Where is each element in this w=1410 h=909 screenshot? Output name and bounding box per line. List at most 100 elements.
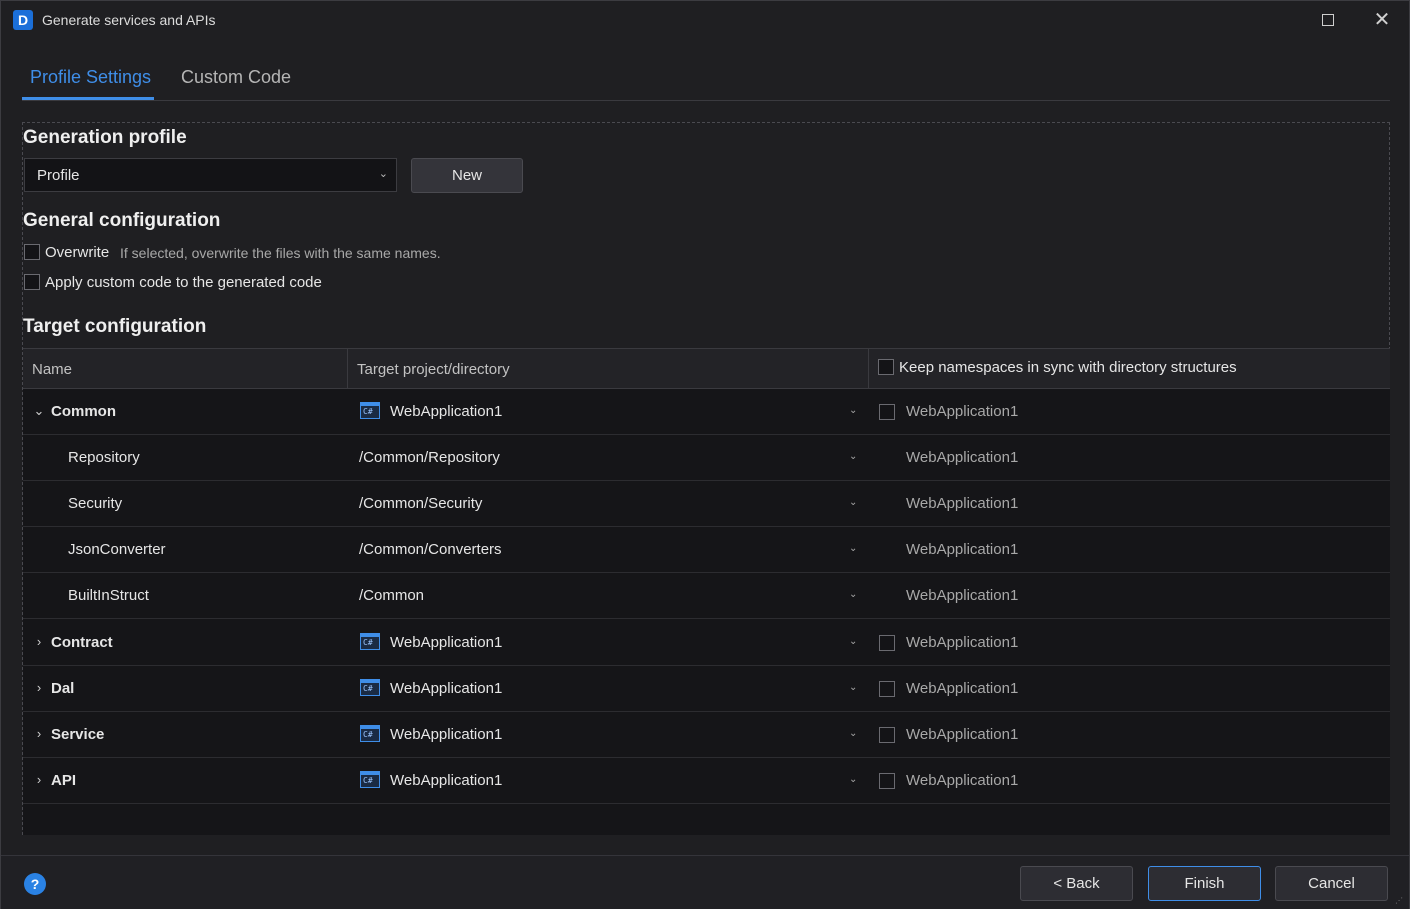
table-row[interactable]: › Service C# WebApplication1 ⌄ WebApplic… [23, 712, 1390, 758]
back-button[interactable]: < Back [1020, 866, 1133, 901]
row-name: Common [51, 403, 116, 420]
row-target[interactable]: /Common/Repository [359, 449, 500, 466]
tab-profile-settings[interactable]: Profile Settings [30, 67, 151, 101]
row-target[interactable]: WebApplication1 [390, 403, 502, 420]
profile-settings-panel: Generation profile Profile ⌄ New General… [22, 122, 1390, 835]
new-profile-button[interactable]: New [411, 158, 523, 193]
row-namespace-checkbox[interactable] [879, 404, 895, 420]
chevron-down-icon[interactable]: ⌄ [849, 451, 857, 462]
overwrite-description: If selected, overwrite the files with th… [120, 245, 441, 261]
keep-namespaces-label: Keep namespaces in sync with directory s… [899, 359, 1237, 376]
table-header: Name Target project/directory Keep names… [23, 348, 1390, 389]
table-row[interactable]: Security /Common/Security ⌄ WebApplicati… [23, 481, 1390, 527]
row-target[interactable]: WebApplication1 [390, 680, 502, 697]
close-icon: ✕ [1373, 9, 1391, 31]
tab-bar: Profile Settings Custom Code [22, 57, 1390, 101]
row-namespace-checkbox[interactable] [879, 635, 895, 651]
maximize-button[interactable] [1317, 9, 1339, 31]
chevron-down-icon: ⌄ [378, 168, 388, 180]
tab-custom-code[interactable]: Custom Code [181, 67, 291, 101]
table-row[interactable]: ⌄ Common C# WebApplication1 ⌄ WebApplica… [23, 389, 1390, 435]
csharp-project-icon: C# [360, 402, 380, 419]
chevron-down-icon[interactable]: ⌄ [849, 774, 857, 785]
chevron-right-icon[interactable]: › [33, 772, 45, 787]
dialog-footer: ? < Back Finish Cancel ⋰ [1, 855, 1409, 909]
chevron-down-icon[interactable]: ⌄ [849, 728, 857, 739]
target-table: Name Target project/directory Keep names… [23, 348, 1390, 835]
row-target[interactable]: /Common/Converters [359, 541, 502, 558]
chevron-down-icon[interactable]: ⌄ [849, 543, 857, 554]
generation-profile-title: Generation profile [23, 127, 187, 148]
profile-dropdown[interactable]: Profile ⌄ [24, 158, 397, 192]
row-name: Service [51, 726, 105, 743]
row-name: Repository [68, 449, 140, 466]
profile-dropdown-value: Profile [37, 167, 80, 184]
chevron-right-icon[interactable]: › [33, 726, 45, 741]
row-target[interactable]: WebApplication1 [390, 726, 502, 743]
csharp-project-icon: C# [360, 679, 380, 696]
table-row[interactable]: › Dal C# WebApplication1 ⌄ WebApplicatio… [23, 666, 1390, 712]
table-row[interactable]: › API C# WebApplication1 ⌄ WebApplicatio… [23, 758, 1390, 804]
table-row[interactable]: BuiltInStruct /Common ⌄ WebApplication1 [23, 573, 1390, 619]
dialog-window: D Generate services and APIs ✕ Profile S… [0, 0, 1410, 909]
row-target[interactable]: WebApplication1 [390, 772, 502, 789]
row-namespace-checkbox[interactable] [879, 727, 895, 743]
window-title: Generate services and APIs [42, 12, 216, 28]
maximize-icon [1322, 14, 1334, 26]
chevron-down-icon[interactable]: ⌄ [849, 497, 857, 508]
app-logo-icon: D [13, 10, 33, 30]
row-target[interactable]: /Common/Security [359, 495, 482, 512]
row-name: BuiltInStruct [68, 587, 149, 604]
target-configuration-title: Target configuration [23, 316, 207, 337]
table-row[interactable]: Repository /Common/Repository ⌄ WebAppli… [23, 435, 1390, 481]
csharp-project-icon: C# [360, 725, 380, 742]
chevron-down-icon[interactable]: ⌄ [849, 636, 857, 647]
overwrite-checkbox[interactable] [24, 244, 40, 260]
chevron-down-icon[interactable]: ⌄ [33, 403, 45, 419]
table-row[interactable]: JsonConverter /Common/Converters ⌄ WebAp… [23, 527, 1390, 573]
active-tab-indicator [22, 97, 154, 100]
keep-namespaces-option: Keep namespaces in sync with directory s… [878, 359, 1278, 379]
row-target[interactable]: WebApplication1 [390, 634, 502, 651]
row-namespace: WebApplication1 [906, 726, 1019, 743]
chevron-right-icon[interactable]: › [33, 680, 45, 695]
column-divider[interactable] [347, 349, 348, 389]
title-bar: D Generate services and APIs ✕ [1, 1, 1409, 39]
keep-namespaces-checkbox[interactable] [878, 359, 894, 375]
help-icon[interactable]: ? [24, 873, 46, 895]
apply-custom-code-checkbox[interactable] [24, 274, 40, 290]
chevron-down-icon[interactable]: ⌄ [849, 682, 857, 693]
row-name: JsonConverter [68, 541, 166, 558]
chevron-right-icon[interactable]: › [33, 634, 45, 649]
row-namespace: WebApplication1 [906, 587, 1019, 604]
csharp-project-icon: C# [360, 633, 380, 650]
row-namespace: WebApplication1 [906, 634, 1019, 651]
row-name: Security [68, 495, 123, 512]
column-header-name: Name [32, 361, 73, 378]
column-header-target: Target project/directory [357, 361, 510, 378]
overwrite-label: Overwrite [45, 244, 110, 261]
row-namespace: WebApplication1 [906, 403, 1019, 420]
row-namespace: WebApplication1 [906, 680, 1019, 697]
close-button[interactable]: ✕ [1371, 9, 1393, 31]
column-divider[interactable] [868, 349, 869, 389]
row-name: Dal [51, 680, 75, 697]
row-namespace: WebApplication1 [906, 495, 1019, 512]
resize-grip-icon[interactable]: ⋰ [1395, 896, 1405, 906]
chevron-down-icon[interactable]: ⌄ [849, 589, 857, 600]
general-configuration-title: General configuration [23, 210, 221, 231]
apply-custom-code-label: Apply custom code to the generated code [45, 274, 322, 291]
row-namespace: WebApplication1 [906, 449, 1019, 466]
row-target[interactable]: /Common [359, 587, 424, 604]
row-namespace-checkbox[interactable] [879, 773, 895, 789]
row-name: API [51, 772, 77, 789]
csharp-project-icon: C# [360, 771, 380, 788]
row-namespace-checkbox[interactable] [879, 681, 895, 697]
finish-button[interactable]: Finish [1148, 866, 1261, 901]
row-namespace: WebApplication1 [906, 772, 1019, 789]
cancel-button[interactable]: Cancel [1275, 866, 1388, 901]
row-name: Contract [51, 634, 113, 651]
chevron-down-icon[interactable]: ⌄ [849, 405, 857, 416]
row-namespace: WebApplication1 [906, 541, 1019, 558]
table-row[interactable]: › Contract C# WebApplication1 ⌄ WebAppli… [23, 620, 1390, 666]
